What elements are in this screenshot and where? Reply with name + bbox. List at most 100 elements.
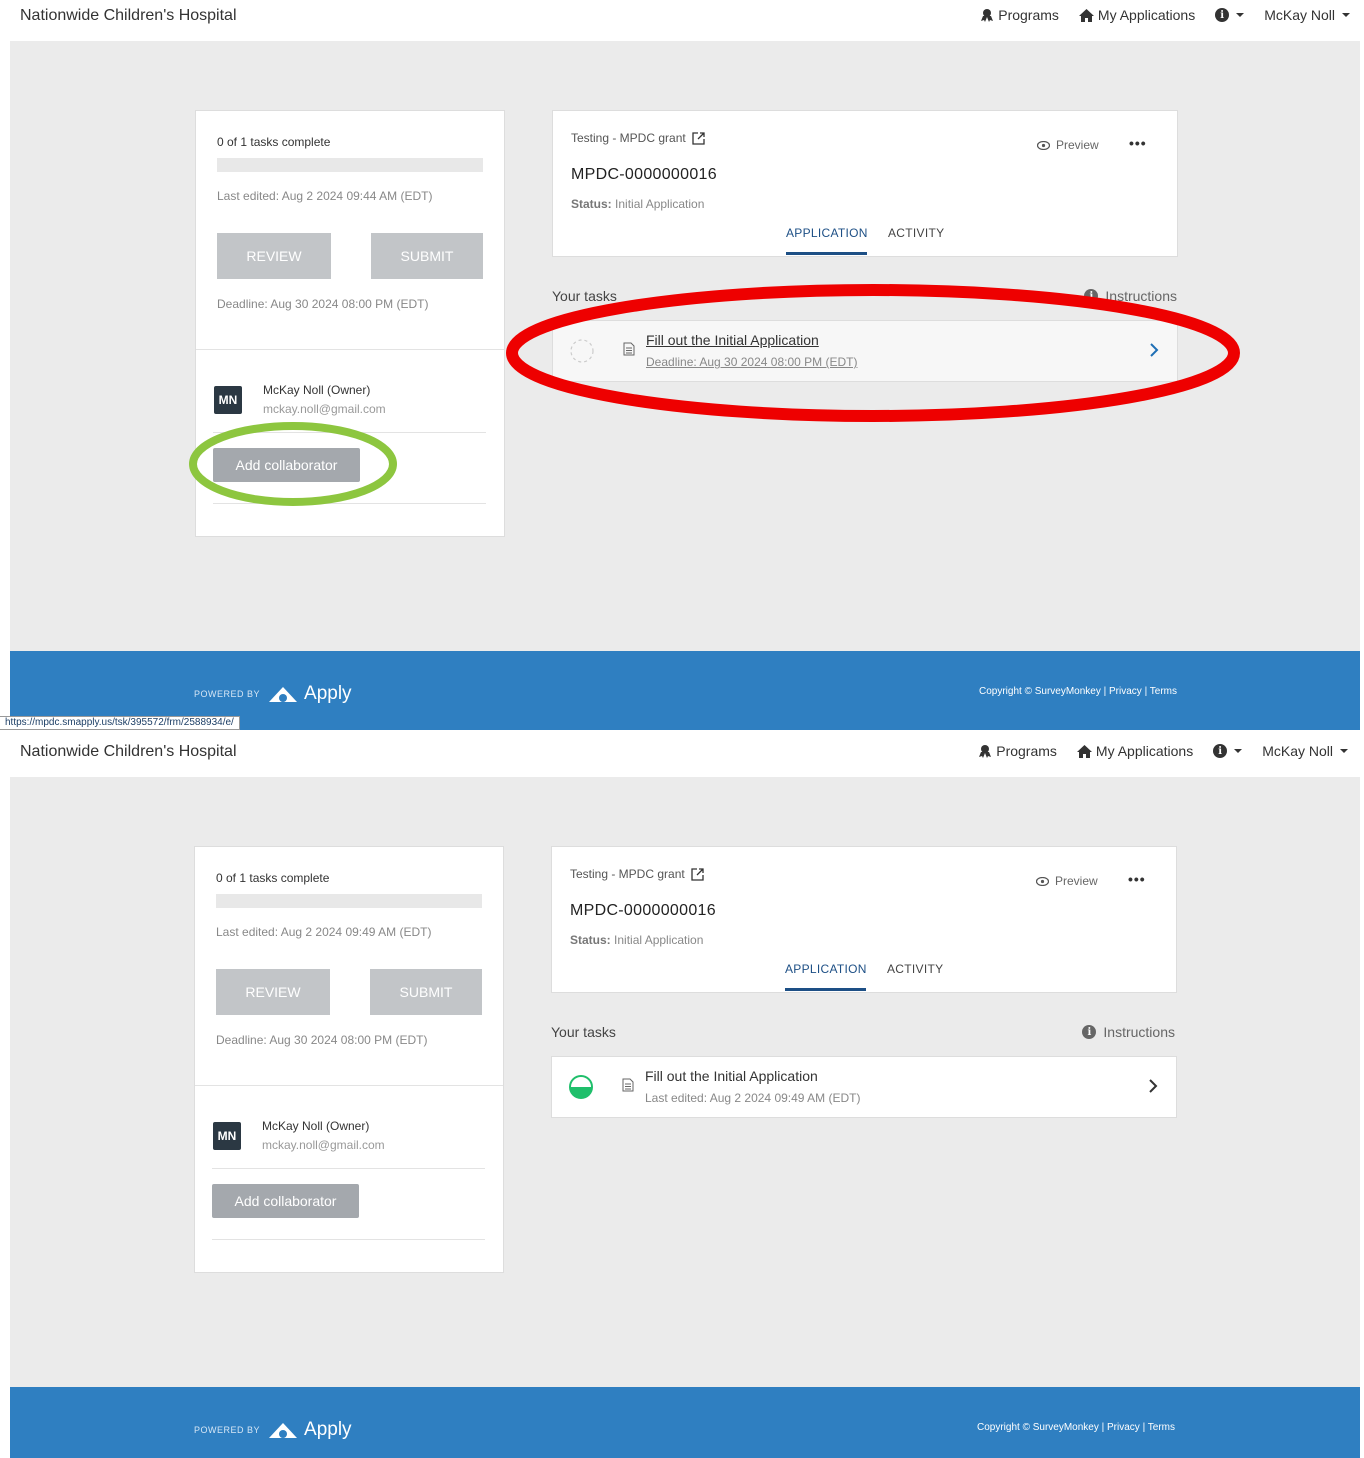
task-last-edited: Last edited: Aug 2 2024 09:49 AM (EDT) — [645, 1091, 861, 1105]
status-value: Initial Application — [615, 197, 705, 211]
nav-programs[interactable]: Programs — [978, 743, 1057, 759]
nav-programs-label: Programs — [998, 7, 1059, 23]
home-icon — [1078, 8, 1094, 22]
application-header-card: Testing - MPDC grant MPDC-0000000016 Sta… — [551, 846, 1177, 993]
screenshot-after: Nationwide Children's Hospital Programs … — [0, 736, 1364, 1458]
user-menu[interactable]: McKay Noll — [1262, 743, 1348, 759]
external-link-icon — [692, 131, 705, 145]
instructions-label: Instructions — [1103, 1024, 1175, 1040]
divider — [196, 349, 504, 350]
owner-name: McKay Noll (Owner) — [262, 1119, 370, 1133]
user-menu[interactable]: McKay Noll — [1264, 7, 1350, 23]
info-icon: i — [1084, 289, 1099, 303]
nav-programs-label: Programs — [996, 743, 1057, 759]
application-id: MPDC-0000000016 — [571, 166, 717, 183]
chevron-right-icon[interactable] — [1149, 342, 1159, 358]
add-collaborator-button[interactable]: Add collaborator — [213, 448, 360, 482]
status-value: Initial Application — [614, 933, 704, 947]
brand-title[interactable]: Nationwide Children's Hospital — [20, 7, 237, 25]
divider — [195, 1085, 503, 1086]
powered-by[interactable]: POWERED BY Apply — [194, 683, 352, 705]
review-button[interactable]: REVIEW — [217, 233, 331, 279]
submit-button[interactable]: SUBMIT — [370, 969, 482, 1015]
eye-icon — [1036, 876, 1049, 886]
program-link[interactable]: Testing - MPDC grant — [570, 867, 704, 881]
application-status: Status: Initial Application — [570, 933, 703, 947]
screenshot-before: Nationwide Children's Hospital Programs … — [0, 0, 1364, 730]
task-title[interactable]: Fill out the Initial Application — [645, 1068, 818, 1084]
help-menu[interactable]: i — [1213, 744, 1243, 758]
preview-button[interactable]: Preview — [1037, 138, 1099, 152]
tab-activity[interactable]: ACTIVITY — [888, 226, 944, 240]
apply-logo-icon — [269, 1423, 298, 1438]
nav-my-applications-label: My Applications — [1095, 743, 1194, 759]
program-name: Testing - MPDC grant — [570, 867, 685, 881]
divider — [213, 432, 486, 433]
main-content: 0 of 1 tasks complete Last edited: Aug 2… — [10, 41, 1360, 651]
submit-button[interactable]: SUBMIT — [371, 233, 483, 279]
task-progress-bar — [217, 158, 483, 172]
status-label: Status: — [570, 933, 611, 947]
brand-title[interactable]: Nationwide Children's Hospital — [20, 743, 237, 761]
chevron-right-icon[interactable] — [1148, 1078, 1158, 1094]
task-row[interactable]: Fill out the Initial Application Last ed… — [551, 1056, 1177, 1118]
document-icon — [622, 1078, 634, 1092]
task-row[interactable]: Fill out the Initial Application Deadlin… — [552, 320, 1178, 382]
task-deadline: Deadline: Aug 30 2024 08:00 PM (EDT) — [646, 355, 858, 369]
instructions-label: Instructions — [1105, 288, 1177, 304]
top-navbar: Nationwide Children's Hospital Programs … — [0, 736, 1364, 776]
help-menu[interactable]: i — [1215, 8, 1245, 22]
tab-application[interactable]: APPLICATION — [786, 226, 868, 240]
add-collaborator-button[interactable]: Add collaborator — [212, 1184, 359, 1218]
eye-icon — [1037, 140, 1050, 150]
preview-button[interactable]: Preview — [1036, 874, 1098, 888]
award-icon — [981, 9, 994, 22]
task-title[interactable]: Fill out the Initial Application — [646, 332, 819, 348]
divider — [212, 1239, 485, 1240]
application-summary-card: 0 of 1 tasks complete Last edited: Aug 2… — [194, 846, 504, 1273]
not-started-status-icon — [570, 339, 594, 363]
nav-programs[interactable]: Programs — [980, 7, 1059, 23]
apply-wordmark: Apply — [304, 683, 352, 704]
program-link[interactable]: Testing - MPDC grant — [571, 131, 705, 145]
deadline-text: Deadline: Aug 30 2024 08:00 PM (EDT) — [216, 1033, 428, 1047]
nav-my-applications-label: My Applications — [1097, 7, 1196, 23]
more-options-icon[interactable]: ••• — [1129, 135, 1147, 151]
copyright-links[interactable]: Copyright © SurveyMonkey | Privacy | Ter… — [977, 1422, 1175, 1433]
active-tab-indicator — [786, 252, 867, 255]
review-button[interactable]: REVIEW — [216, 969, 330, 1015]
last-edited-text: Last edited: Aug 2 2024 09:44 AM (EDT) — [217, 189, 433, 203]
tasks-complete-text: 0 of 1 tasks complete — [217, 135, 331, 149]
preview-label: Preview — [1056, 138, 1099, 152]
tab-application[interactable]: APPLICATION — [785, 962, 867, 976]
instructions-link[interactable]: i Instructions — [1084, 288, 1177, 304]
powered-by-text: POWERED BY — [194, 689, 261, 699]
powered-by[interactable]: POWERED BY Apply — [194, 1419, 352, 1441]
application-summary-card: 0 of 1 tasks complete Last edited: Aug 2… — [195, 110, 505, 537]
avatar: MN — [213, 1122, 241, 1150]
nav-my-applications[interactable]: My Applications — [1078, 7, 1196, 23]
footer: POWERED BY Apply Copyright © SurveyMonke… — [10, 1387, 1360, 1458]
divider — [212, 1168, 485, 1169]
info-icon: i — [1215, 8, 1230, 22]
apply-wordmark: Apply — [304, 1419, 352, 1440]
chevron-down-icon — [1236, 13, 1245, 17]
chevron-down-icon — [1234, 749, 1243, 753]
more-options-icon[interactable]: ••• — [1128, 871, 1146, 887]
home-icon — [1076, 744, 1092, 758]
nav-my-applications[interactable]: My Applications — [1076, 743, 1194, 759]
instructions-link[interactable]: i Instructions — [1082, 1024, 1175, 1040]
active-tab-indicator — [785, 988, 866, 991]
your-tasks-heading: Your tasks — [551, 1024, 616, 1040]
task-progress-bar — [216, 894, 482, 908]
owner-email: mckay.noll@gmail.com — [262, 1138, 385, 1152]
copyright-links[interactable]: Copyright © SurveyMonkey | Privacy | Ter… — [979, 686, 1177, 697]
apply-logo-icon — [269, 687, 298, 702]
award-icon — [979, 745, 992, 758]
application-status: Status: Initial Application — [571, 197, 704, 211]
powered-by-text: POWERED BY — [194, 1425, 261, 1435]
tab-activity[interactable]: ACTIVITY — [887, 962, 943, 976]
chevron-down-icon — [1340, 749, 1348, 753]
your-tasks-heading: Your tasks — [552, 288, 617, 304]
deadline-text: Deadline: Aug 30 2024 08:00 PM (EDT) — [217, 297, 429, 311]
